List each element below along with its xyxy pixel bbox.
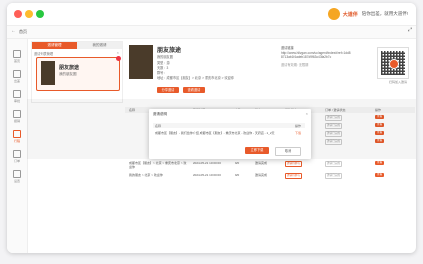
row-view-button[interactable]: 查看: [375, 173, 385, 177]
invite-list-panel: 邀请管理 我的邀请 邀请列表管理 × 朋友旅途 我的朋友圈: [31, 41, 123, 103]
maximize-window-button[interactable]: [36, 10, 44, 18]
qr-logo-icon: [389, 59, 399, 69]
invite-link-url[interactable]: http://www.hllvgan.com/uc/agent/index#/r…: [281, 51, 351, 59]
invite-link-validity: 邀请有效期: 无限期: [281, 63, 309, 67]
view-invite-button[interactable]: 查看邀请: [183, 87, 205, 93]
brand-logo-icon: [327, 8, 340, 20]
close-window-button[interactable]: [14, 10, 22, 18]
row-name: 成都市区【朋友】> 北京 > 重庆市北京 > 欢迎你: [129, 161, 187, 169]
close-icon[interactable]: ×: [117, 50, 119, 55]
detail-subtitle: 我的朋友圈: [157, 55, 173, 59]
dialog-table-header: 名称 操作: [153, 123, 305, 128]
row-name: 我的朋友 > 北京 > 欢迎你: [129, 173, 163, 177]
route-icon: [13, 130, 21, 138]
invite-card[interactable]: 朋友旅途 我的朋友圈: [36, 56, 121, 91]
brand-slogan: 陪你出差，就用大道伴!: [361, 11, 408, 16]
qr-label: 扫码加入邀请: [388, 80, 407, 84]
app-toolbar: ← 首页 ⤢: [7, 26, 416, 39]
home-icon: [13, 50, 21, 58]
close-icon[interactable]: ×: [306, 111, 308, 116]
download-now-button[interactable]: 立即下载: [245, 147, 269, 154]
invite-link-box: 邀请链接 http://www.hllvgan.com/uc/agent/ind…: [281, 45, 351, 67]
sidebar-item-approval[interactable]: 审批: [9, 89, 25, 103]
card-cover-image: [41, 61, 55, 85]
dialog-row-name: 成都市区【朋友】- 我们给你介绍 成都市区【朋友】- 重庆市北京 - 欢迎你 -…: [155, 131, 275, 135]
invite-link-label: 邀请链接: [281, 46, 294, 50]
sidebar-item-settings[interactable]: 设置: [9, 169, 25, 183]
table-row: 成都市区【朋友】> 北京 > 重庆市北京 > 欢迎你 2024-05-21 10…: [125, 160, 415, 170]
detail-cover-image: [129, 45, 153, 79]
cancel-button[interactable]: 取消: [275, 147, 301, 156]
tab-invite-manage[interactable]: 邀请管理: [32, 42, 77, 49]
brand: 大道伴 陪你出差，就用大道伴!: [327, 7, 408, 21]
dialog-col-name: 名称: [155, 124, 162, 128]
sidebar-item-trip[interactable]: 出差: [9, 69, 25, 83]
panel-tabs: 邀请管理 我的邀请: [32, 42, 122, 49]
dialog-title: 邀请说明: [153, 112, 167, 116]
clipboard-icon: [13, 90, 21, 98]
row-tag-pending: 邀请待参与: [285, 161, 302, 167]
notification-badge: [116, 56, 121, 61]
card-subtitle: 我的朋友圈: [59, 72, 77, 76]
panel-title: 邀请列表管理: [34, 52, 54, 56]
title-bar: 大道伴 陪你出差，就用大道伴!: [7, 3, 416, 26]
sidebar-item-expense[interactable]: 报销: [9, 109, 25, 123]
sidebar-item-itinerary[interactable]: 行程: [9, 129, 25, 143]
detail-title: 朋友旅途: [157, 48, 182, 54]
sidebar: 首页 出差 审批 报销 行程 订单 设置: [7, 39, 28, 253]
fullscreen-icon[interactable]: ⤢: [408, 27, 412, 33]
invite-dialog: 邀请说明 × 名称 操作 成都市区【朋友】- 我们给你介绍 成都市区【朋友】- …: [149, 109, 311, 159]
minimize-window-button[interactable]: [25, 10, 33, 18]
sidebar-item-label: 出差: [13, 79, 20, 83]
brand-name: 大道伴: [342, 11, 358, 18]
gear-icon: [13, 170, 21, 178]
dialog-row-download-link[interactable]: 下载: [295, 131, 301, 135]
row-time: 2024-05-21 10:00:00: [193, 161, 221, 165]
list-icon: [13, 150, 21, 158]
receipt-icon: [13, 110, 21, 118]
row-view-button[interactable]: 查看: [375, 161, 385, 165]
sidebar-item-label: 行程: [13, 139, 20, 143]
sidebar-item-label: 审批: [13, 99, 20, 103]
app-window: 大道伴 陪你出差，就用大道伴! ← 首页 ⤢ 首页 出差 审批 报销 行程 订单…: [7, 3, 416, 253]
row-count: 9/0: [235, 161, 240, 165]
sidebar-item-label: 首页: [13, 59, 20, 63]
table-row: 我的朋友 > 北京 > 欢迎你 2024-05-21 10:00:00 9/0 …: [125, 172, 415, 182]
briefcase-icon: [13, 70, 21, 78]
sidebar-item-label: 设置: [13, 179, 20, 183]
row-count: 9/0: [235, 173, 240, 177]
detail-line-address: 地址：成都市区【朋友】> 北京 > 重庆市北京 > 欢迎你: [157, 76, 234, 80]
qr-code: [377, 47, 409, 79]
sidebar-item-orders[interactable]: 订单: [9, 149, 25, 163]
row-tag-pending: 邀请待参与: [285, 173, 302, 179]
tab-my-invites[interactable]: 我的邀请: [77, 42, 122, 49]
card-title: 朋友旅途: [59, 65, 80, 71]
sidebar-item-label: 报销: [13, 119, 20, 123]
share-invite-button[interactable]: 分享邀请: [157, 87, 179, 93]
dialog-col-op: 操作: [294, 124, 301, 128]
sidebar-item-home[interactable]: 首页: [9, 49, 25, 63]
back-icon[interactable]: ←: [11, 28, 16, 34]
row-tag-done: 邀请已完成: [325, 161, 342, 167]
row-status: 邀请完成: [255, 161, 268, 165]
row-tag-done: 邀请已完成: [325, 173, 342, 179]
invite-detail: 朋友旅途 我的朋友圈 类型：游 天数：3 群号： 地址：成都市区【朋友】> 北京…: [125, 41, 415, 101]
row-time: 2024-05-21 10:00:00: [193, 173, 221, 177]
appbar-label: 首页: [19, 29, 27, 34]
row-status: 邀请完成: [255, 173, 268, 177]
dialog-row: 成都市区【朋友】- 我们给你介绍 成都市区【朋友】- 重庆市北京 - 欢迎你 -…: [153, 130, 305, 136]
sidebar-item-label: 订单: [13, 159, 20, 163]
